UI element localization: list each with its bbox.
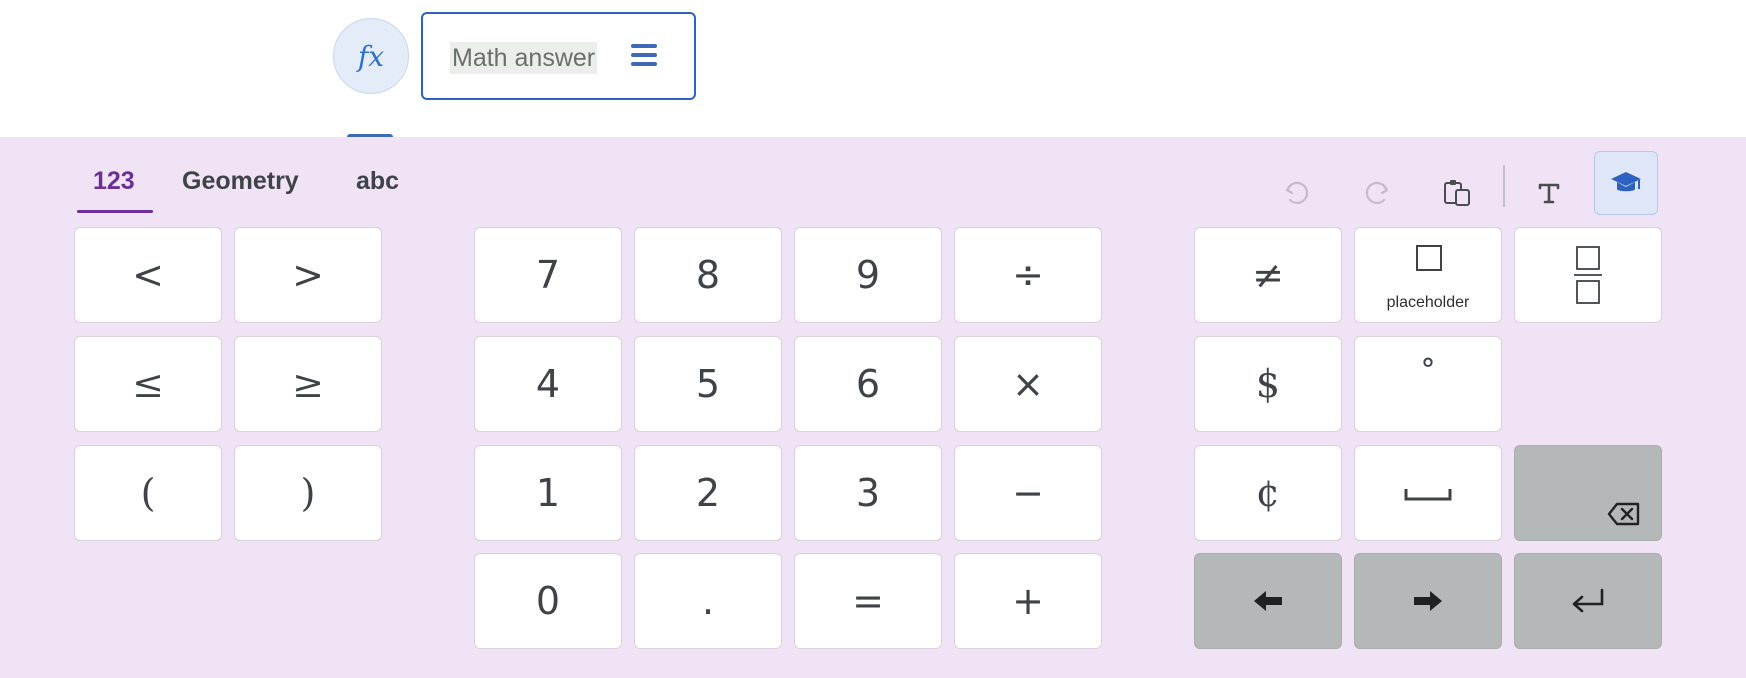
key-8[interactable]: 8 — [634, 227, 782, 323]
key-less-or-equal[interactable]: ≤ — [74, 336, 222, 432]
key-5-label: 5 — [695, 362, 721, 406]
key-greater-or-equal-label: ≥ — [292, 362, 324, 406]
key-less-than-label: < — [132, 253, 164, 297]
key-less-than[interactable]: < — [74, 227, 222, 323]
arrow-left-icon — [1254, 591, 1282, 611]
placeholder-box-icon — [1416, 245, 1442, 271]
key-multiply-label: × — [1012, 362, 1044, 406]
key-equals-label: = — [852, 579, 884, 623]
key-degree-label: ° — [1420, 352, 1436, 388]
key-greater-than[interactable]: > — [234, 227, 382, 323]
key-cent-label: ¢ — [1255, 471, 1281, 515]
key-3-label: 3 — [855, 471, 881, 515]
key-4[interactable]: 4 — [474, 336, 622, 432]
key-cent[interactable]: ¢ — [1194, 445, 1342, 541]
key-space[interactable] — [1354, 445, 1502, 541]
key-0-label: 0 — [535, 579, 561, 623]
key-equals[interactable]: = — [794, 553, 942, 649]
key-7-label: 7 — [535, 253, 561, 297]
key-7[interactable]: 7 — [474, 227, 622, 323]
paste-icon[interactable] — [1429, 165, 1485, 221]
key-6-label: 6 — [855, 362, 881, 406]
key-placeholder-label: placeholder — [1386, 294, 1470, 311]
key-4-label: 4 — [535, 362, 561, 406]
key-multiply[interactable]: × — [954, 336, 1102, 432]
key-open-paren-label: ( — [140, 471, 156, 515]
arrow-right-icon — [1414, 591, 1442, 611]
tab-123[interactable]: 123 — [93, 167, 135, 209]
key-divide[interactable]: ÷ — [954, 227, 1102, 323]
key-plus-label: + — [1012, 579, 1044, 623]
graduation-cap-icon[interactable] — [1594, 151, 1658, 215]
key-3[interactable]: 3 — [794, 445, 942, 541]
key-backspace[interactable] — [1514, 445, 1662, 541]
key-fraction[interactable] — [1514, 227, 1662, 323]
key-decimal-point[interactable]: . — [634, 553, 782, 649]
key-minus[interactable]: − — [954, 445, 1102, 541]
tab-abc[interactable]: abc — [356, 167, 399, 209]
key-0[interactable]: 0 — [474, 553, 622, 649]
space-icon — [1404, 489, 1452, 501]
key-5[interactable]: 5 — [634, 336, 782, 432]
math-answer-input[interactable]: Math answer — [421, 12, 696, 100]
math-answer-placeholder: Math answer — [450, 42, 598, 74]
key-not-equal[interactable]: ≠ — [1194, 227, 1342, 323]
key-not-equal-label: ≠ — [1252, 253, 1284, 297]
key-dollar-label: $ — [1255, 362, 1281, 406]
key-close-paren[interactable]: ) — [234, 445, 382, 541]
key-left-arrow[interactable] — [1194, 553, 1342, 649]
text-icon[interactable] — [1521, 165, 1577, 221]
key-1-label: 1 — [535, 471, 561, 515]
key-6[interactable]: 6 — [794, 336, 942, 432]
redo-icon[interactable] — [1349, 165, 1405, 221]
key-8-label: 8 — [695, 253, 721, 297]
key-9[interactable]: 9 — [794, 227, 942, 323]
key-divide-label: ÷ — [1012, 253, 1044, 297]
enter-icon — [1572, 588, 1604, 613]
key-degree[interactable]: ° — [1354, 336, 1502, 432]
key-placeholder[interactable]: placeholder — [1354, 227, 1502, 323]
key-minus-label: − — [1012, 471, 1044, 515]
backspace-icon — [1607, 502, 1640, 526]
toolbar-divider — [1503, 165, 1505, 207]
undo-icon[interactable] — [1269, 165, 1325, 221]
answer-area: fx Math answer — [0, 0, 1746, 138]
key-dollar[interactable]: $ — [1194, 336, 1342, 432]
fx-icon[interactable]: fx — [333, 18, 409, 94]
key-close-paren-label: ) — [300, 471, 316, 515]
key-2[interactable]: 2 — [634, 445, 782, 541]
key-decimal-point-label: . — [701, 579, 715, 623]
key-open-paren[interactable]: ( — [74, 445, 222, 541]
key-1[interactable]: 1 — [474, 445, 622, 541]
active-tab-indicator — [77, 210, 153, 213]
fraction-icon — [1574, 246, 1602, 304]
key-less-or-equal-label: ≤ — [132, 362, 164, 406]
key-2-label: 2 — [695, 471, 721, 515]
key-enter[interactable] — [1514, 553, 1662, 649]
math-keyboard: 123 Geometry abc < > ≤ ≥ ( ) 7 8 9 ÷ 4 5… — [0, 137, 1746, 678]
fx-label: fx — [357, 39, 385, 73]
key-greater-or-equal[interactable]: ≥ — [234, 336, 382, 432]
key-plus[interactable]: + — [954, 553, 1102, 649]
key-right-arrow[interactable] — [1354, 553, 1502, 649]
key-greater-than-label: > — [292, 253, 324, 297]
hamburger-menu-icon[interactable] — [631, 44, 657, 66]
tab-geometry[interactable]: Geometry — [182, 167, 299, 209]
key-9-label: 9 — [855, 253, 881, 297]
